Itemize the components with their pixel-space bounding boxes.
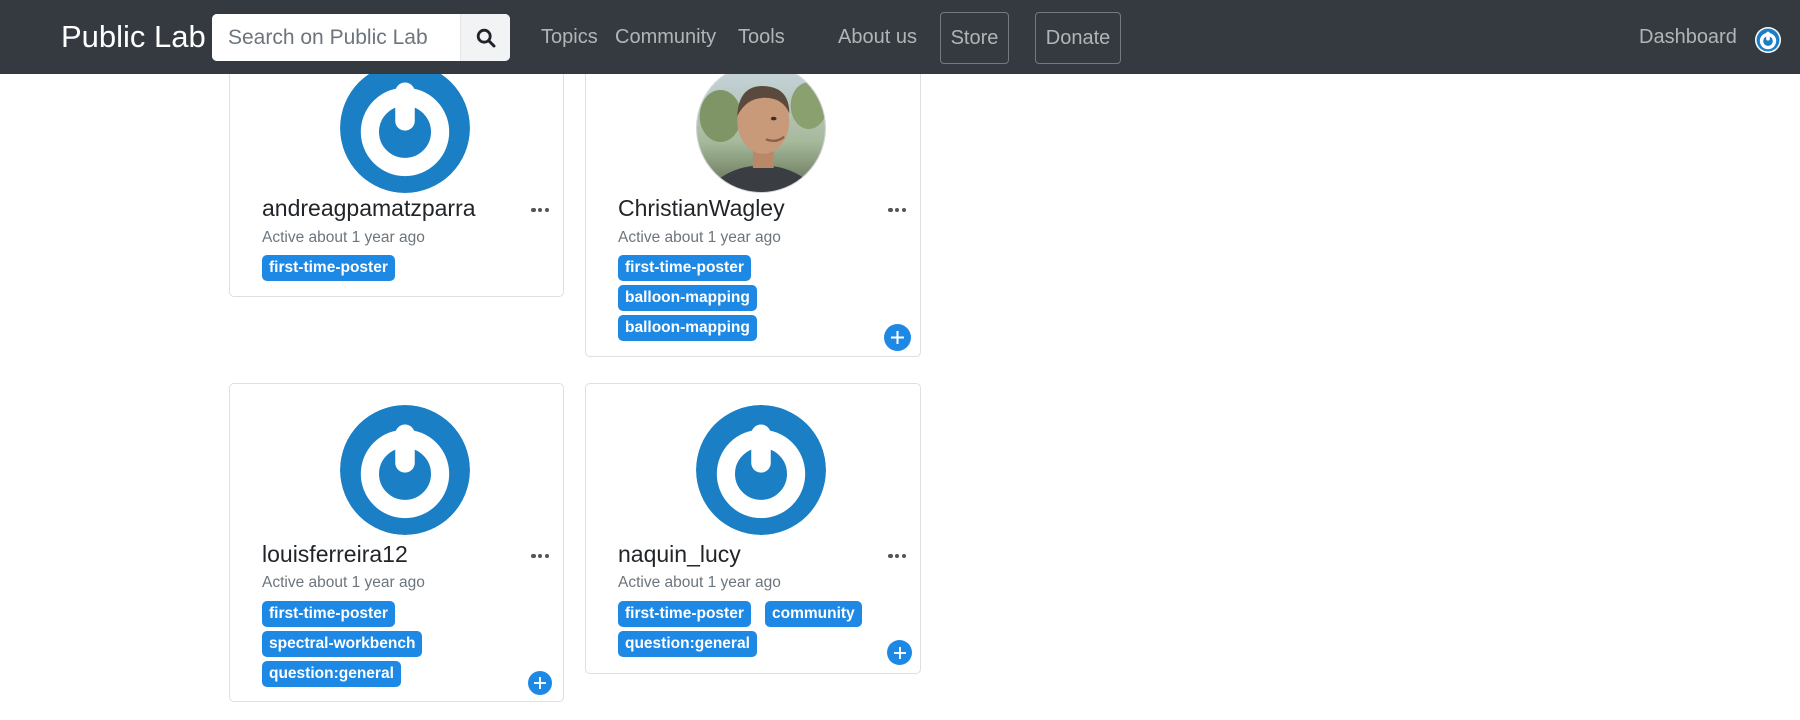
profile-card: andreagpamatzparra Active about 1 year a… (229, 50, 564, 297)
search-input[interactable] (212, 14, 460, 61)
search-icon (476, 28, 495, 47)
activity-status: Active about 1 year ago (618, 229, 781, 246)
donate-button[interactable]: Donate (1035, 12, 1121, 64)
nav-link-topics[interactable]: Topics (541, 24, 598, 50)
avatar[interactable] (696, 405, 826, 535)
avatar[interactable] (340, 63, 470, 193)
tag-first-time-poster[interactable]: first-time-poster (262, 601, 395, 627)
activity-status: Active about 1 year ago (618, 574, 781, 591)
tag-balloon-mapping[interactable]: balloon-mapping (618, 315, 757, 341)
nav-link-community[interactable]: Community (615, 24, 716, 50)
tag-first-time-poster[interactable]: first-time-poster (618, 255, 751, 281)
more-options-icon[interactable] (885, 549, 909, 563)
default-gravatar-icon (340, 405, 470, 535)
activity-status: Active about 1 year ago (262, 574, 425, 591)
nav-link-about-us[interactable]: About us (838, 24, 917, 50)
tag-question-general[interactable]: question:general (618, 631, 757, 657)
default-gravatar-icon (696, 405, 826, 535)
plus-icon (891, 331, 904, 344)
add-tag-button[interactable] (884, 324, 911, 351)
avatar[interactable] (340, 405, 470, 535)
plus-icon (893, 646, 906, 659)
add-tag-button[interactable] (887, 640, 912, 665)
tag-balloon-mapping[interactable]: balloon-mapping (618, 285, 757, 311)
top-navbar: Public Lab Topics Community Tools About … (0, 0, 1800, 74)
tag-question-general[interactable]: question:general (262, 661, 401, 687)
username[interactable]: andreagpamatzparra (262, 194, 476, 222)
username[interactable]: naquin_lucy (618, 540, 741, 568)
default-gravatar-icon (340, 63, 470, 193)
dashboard-link[interactable]: Dashboard (1639, 24, 1737, 50)
search-group (212, 14, 510, 61)
store-button[interactable]: Store (940, 12, 1009, 64)
activity-status: Active about 1 year ago (262, 229, 425, 246)
nav-link-tools[interactable]: Tools (738, 24, 785, 50)
tag-spectral-workbench[interactable]: spectral-workbench (262, 631, 423, 657)
brand-logo[interactable]: Public Lab (61, 17, 206, 57)
plus-icon (534, 677, 546, 689)
profile-card: naquin_lucy Active about 1 year ago firs… (585, 383, 921, 674)
username[interactable]: louisferreira12 (262, 540, 408, 568)
tag-first-time-poster[interactable]: first-time-poster (618, 601, 751, 627)
more-options-icon[interactable] (885, 203, 909, 217)
user-avatar-icon[interactable] (1755, 27, 1781, 53)
search-button[interactable] (460, 14, 510, 61)
username[interactable]: ChristianWagley (618, 194, 785, 222)
profile-card: louisferreira12 Active about 1 year ago … (229, 383, 564, 702)
more-options-icon[interactable] (528, 203, 552, 217)
tag-first-time-poster[interactable]: first-time-poster (262, 255, 395, 281)
add-tag-button[interactable] (528, 671, 552, 695)
profile-photo (697, 64, 825, 192)
tag-community[interactable]: community (765, 601, 862, 627)
avatar[interactable] (696, 63, 826, 193)
more-options-icon[interactable] (528, 549, 552, 563)
profile-card: ChristianWagley Active about 1 year ago … (585, 50, 921, 357)
